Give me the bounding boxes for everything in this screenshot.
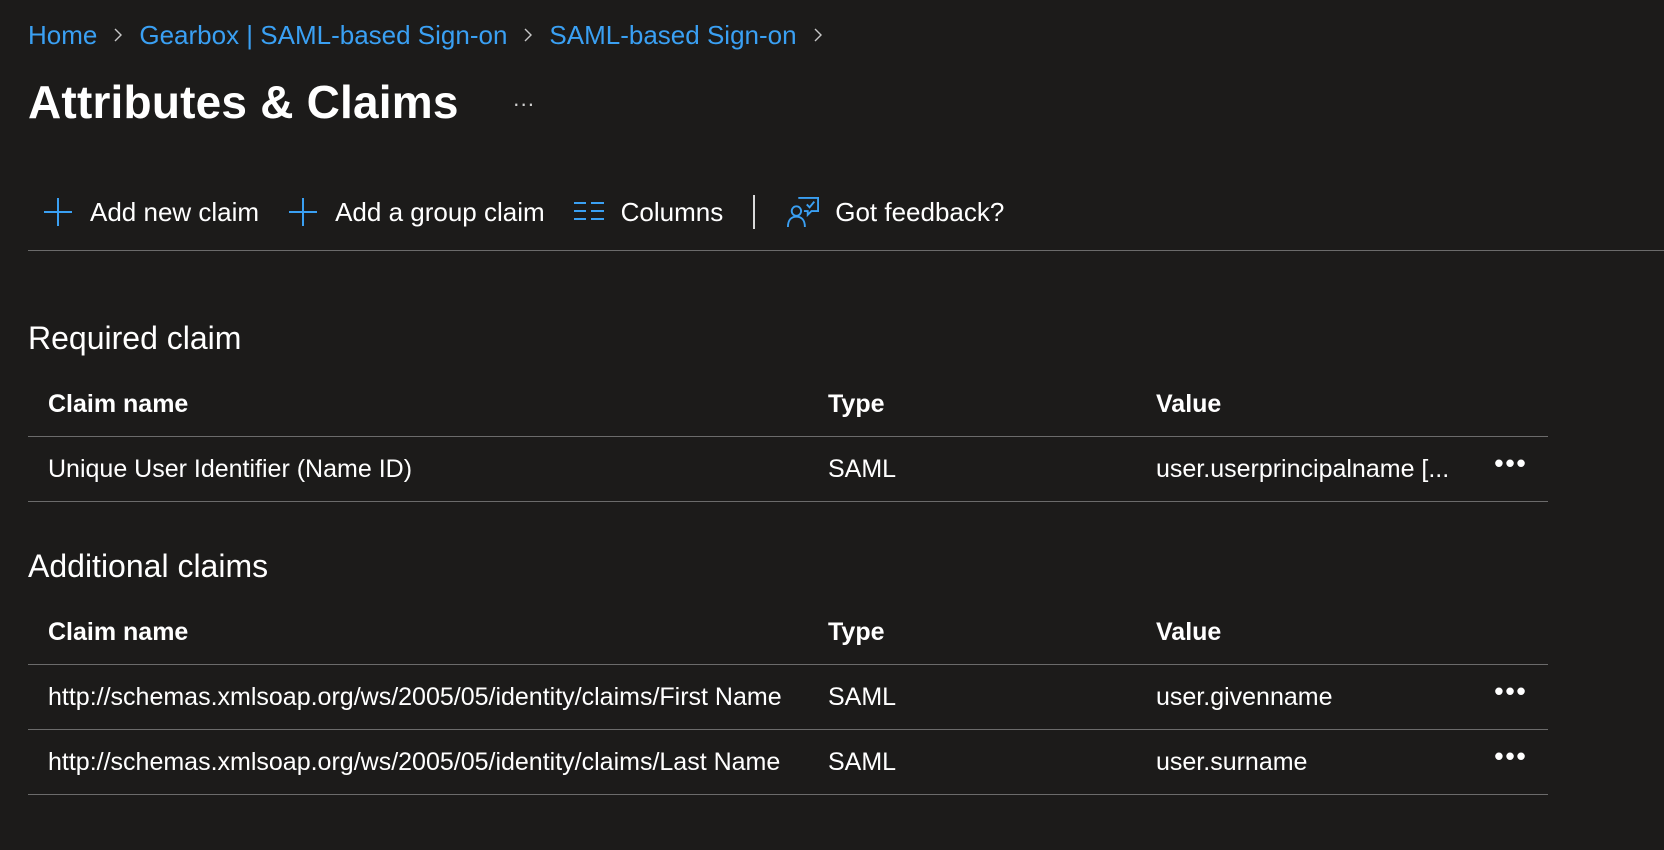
claim-type-cell: SAML	[828, 454, 897, 483]
claim-value-cell: user.surname	[1156, 747, 1308, 776]
column-header-claim-name[interactable]: Claim name	[28, 390, 828, 419]
add-group-claim-button[interactable]: Add a group claim	[273, 190, 559, 234]
feedback-button[interactable]: Got feedback?	[773, 190, 1018, 234]
table-header: Claim name Type Value	[28, 600, 1548, 665]
row-more-options-button[interactable]: •••	[1494, 678, 1527, 704]
title-row: Attributes & Claims ···	[28, 70, 541, 134]
breadcrumb: Home Gearbox | SAML-based Sign-on SAML-b…	[28, 18, 839, 52]
columns-label: Columns	[620, 196, 724, 227]
required-claim-heading: Required claim	[28, 320, 242, 356]
columns-icon	[573, 196, 605, 228]
claim-type-cell: SAML	[828, 747, 897, 776]
chevron-right-icon	[97, 18, 139, 52]
breadcrumb-gearbox-saml[interactable]: Gearbox | SAML-based Sign-on	[139, 20, 507, 51]
claim-name-cell: http://schemas.xmlsoap.org/ws/2005/05/id…	[48, 682, 782, 711]
feedback-label: Got feedback?	[835, 196, 1005, 227]
table-row[interactable]: http://schemas.xmlsoap.org/ws/2005/05/id…	[28, 665, 1548, 730]
column-header-claim-name[interactable]: Claim name	[28, 618, 828, 647]
claim-value-cell: user.givenname	[1156, 682, 1333, 711]
column-header-value[interactable]: Value	[1156, 618, 1474, 647]
add-new-claim-button[interactable]: Add new claim	[28, 190, 273, 234]
chevron-right-icon	[797, 18, 839, 52]
table-row[interactable]: http://schemas.xmlsoap.org/ws/2005/05/id…	[28, 730, 1548, 795]
command-bar: Add new claim Add a group claim Columns …	[28, 190, 1664, 251]
claim-name-cell: http://schemas.xmlsoap.org/ws/2005/05/id…	[48, 747, 781, 776]
more-options-button[interactable]: ···	[507, 87, 541, 121]
page-title: Attributes & Claims	[28, 76, 459, 128]
column-header-value[interactable]: Value	[1156, 390, 1474, 419]
add-group-claim-label: Add a group claim	[335, 196, 545, 227]
claim-type-cell: SAML	[828, 682, 897, 711]
additional-claims-heading: Additional claims	[28, 548, 269, 584]
columns-button[interactable]: Columns	[559, 190, 738, 234]
table-header: Claim name Type Value	[28, 372, 1548, 437]
claim-value-cell: user.userprincipalname [...	[1156, 454, 1450, 483]
column-header-type[interactable]: Type	[828, 618, 1156, 647]
page: Home Gearbox | SAML-based Sign-on SAML-b…	[0, 0, 1664, 850]
required-claims-table: Claim name Type Value Unique User Identi…	[28, 372, 1548, 502]
chevron-right-icon	[507, 18, 549, 52]
claim-name-cell: Unique User Identifier (Name ID)	[48, 454, 413, 483]
add-new-claim-label: Add new claim	[90, 196, 260, 227]
row-more-options-button[interactable]: •••	[1494, 743, 1527, 769]
feedback-icon	[787, 196, 820, 228]
breadcrumb-home[interactable]: Home	[28, 20, 97, 51]
column-header-type[interactable]: Type	[828, 390, 1156, 419]
toolbar-divider	[753, 195, 756, 229]
plus-icon	[287, 196, 319, 228]
additional-claims-table: Claim name Type Value http://schemas.xml…	[28, 600, 1548, 795]
breadcrumb-saml-signon[interactable]: SAML-based Sign-on	[549, 20, 796, 51]
plus-icon	[42, 196, 74, 228]
row-more-options-button[interactable]: •••	[1494, 450, 1527, 476]
table-row[interactable]: Unique User Identifier (Name ID) SAML us…	[28, 437, 1548, 502]
